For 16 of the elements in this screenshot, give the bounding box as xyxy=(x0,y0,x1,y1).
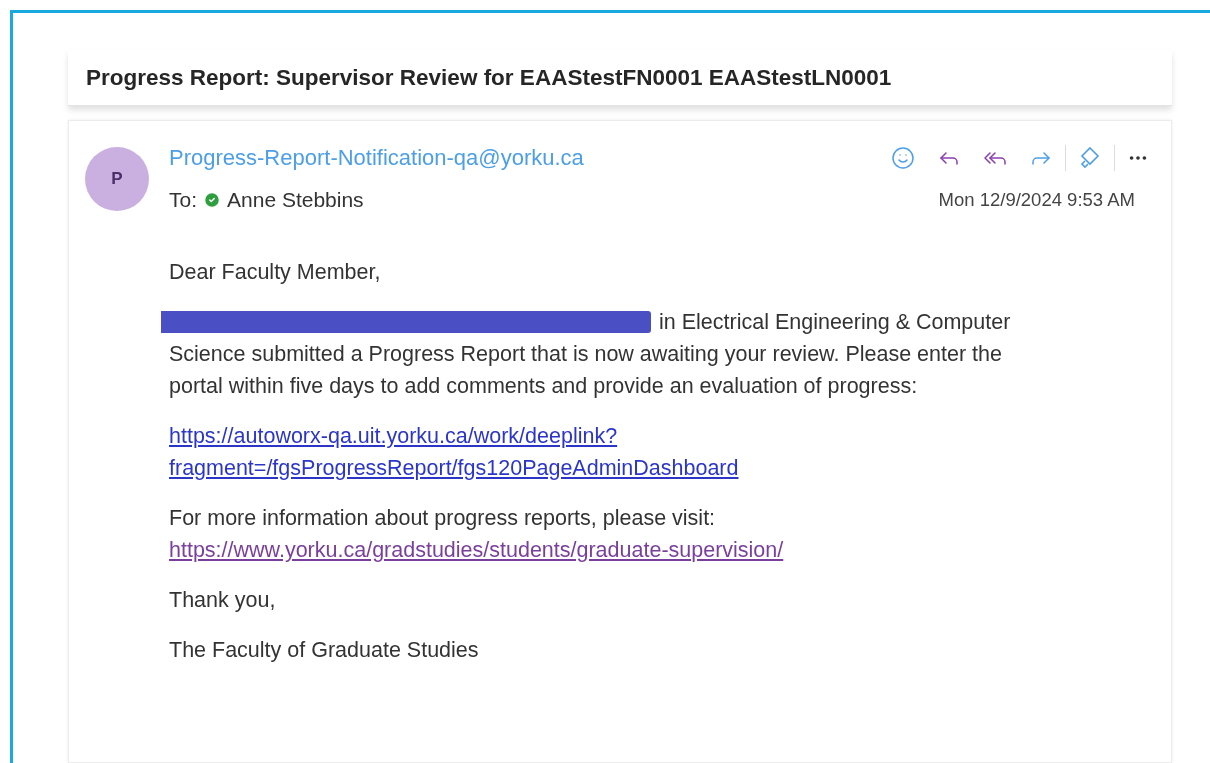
link[interactable]: https://autoworx-qa.uit.yorku.ca/work/deeplink? xyxy=(169,419,618,452)
recipient[interactable]: Anne Stebbins xyxy=(227,184,364,216)
paragraph: in Electrical Engineering & Computer xyxy=(659,308,1011,336)
to-label: To: xyxy=(169,187,197,213)
greeting: Dear Faculty Member, xyxy=(169,258,382,286)
link[interactable]: fragment=/fgsProgressReport/fgs120PageAdminDashboard xyxy=(169,451,739,484)
paragraph: For more information about progress reports, please visit: xyxy=(169,504,717,532)
date: Mon 12/9/2024 9:53 AM xyxy=(938,187,1135,212)
paragraph: Science submitted a Progress Report that is now awaiting your review. Please enter the portal within five days to add comments and provide an evaluation of progress: xyxy=(169,340,1003,400)
emoji-icon[interactable] xyxy=(891,145,915,170)
check-circle-icon xyxy=(203,190,221,209)
link[interactable]: https://www.yorku.ca/gradstudies/students/graduate-supervision/ xyxy=(169,533,784,566)
signature: The Faculty of Graduate Studies xyxy=(169,636,480,664)
closing: Thank you, xyxy=(169,586,277,614)
subject: Progress Report: Supervisor Review for EAAStestFN0001 EAAStestLN0001 xyxy=(86,63,892,92)
avatar: P xyxy=(85,147,149,211)
